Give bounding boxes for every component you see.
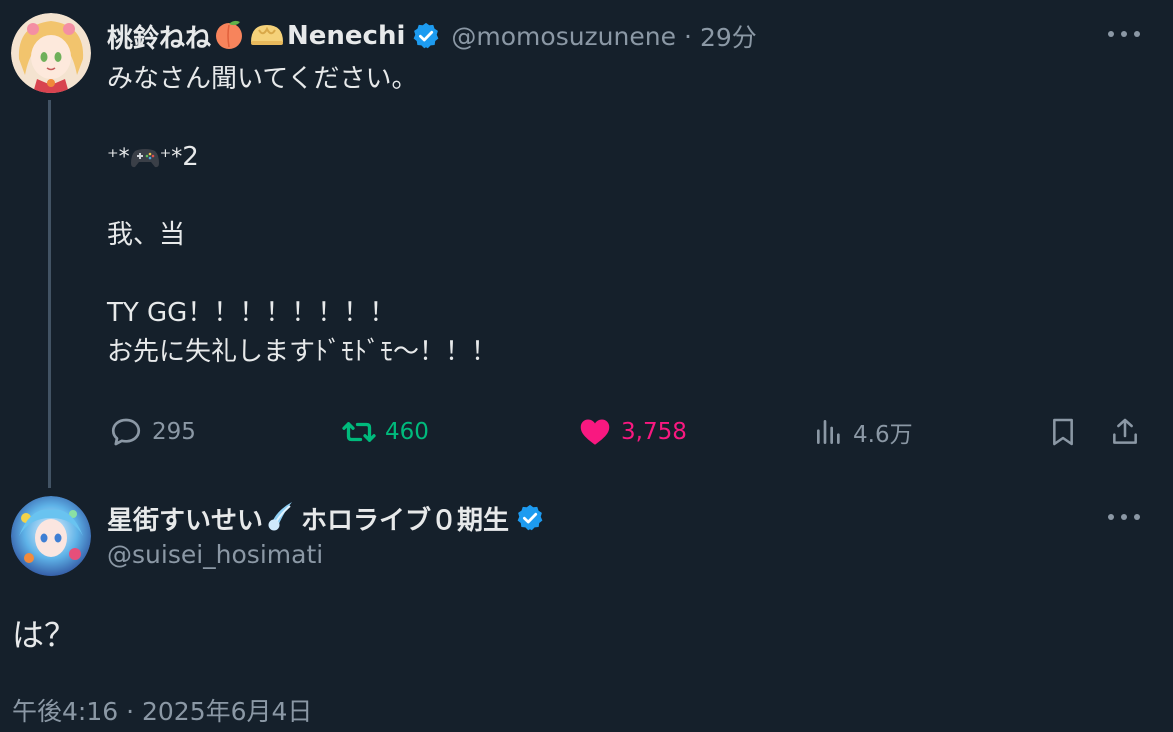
reply-button[interactable]: 295: [108, 414, 196, 450]
handle[interactable]: @momosuzunene: [451, 22, 676, 51]
share-button[interactable]: [1109, 414, 1141, 450]
more-options-icon[interactable]: [1108, 512, 1140, 522]
reply-count: 295: [152, 419, 196, 445]
handle[interactable]: @suisei_hosimati: [107, 540, 323, 569]
avatar-nene[interactable]: [11, 13, 91, 93]
tweet2-body: は？: [12, 616, 77, 654]
verified-badge-icon[interactable]: [515, 503, 545, 533]
share-icon: [1113, 418, 1137, 444]
body-line: お先に失礼しますﾄﾞﾓﾄﾞﾓ～！！！: [107, 337, 498, 367]
tweet2-header: 星街すいせい ホロライブ０期生: [107, 498, 545, 538]
like-button[interactable]: 3,758: [577, 414, 687, 450]
tweet1-body: みなさん聞いてください。 ⁺* ⁺* 2 我、当 TY GG！！！！！！！！ お先…: [107, 60, 497, 372]
body-line: TY GG！！！！！！！！: [107, 298, 396, 328]
verified-badge-icon[interactable]: [411, 21, 441, 51]
tweet1-header: 桃鈴ねね Nenechi @momosuzunene · 29分: [107, 16, 757, 56]
views-count: 4.6万: [853, 422, 913, 448]
tweet1-action-bar: 295 460 3,758 4.6万: [0, 411, 1173, 455]
heart-icon: [580, 419, 610, 445]
reply-icon: [111, 418, 141, 446]
comet-emoji: [264, 498, 300, 538]
views-button[interactable]: 4.6万: [813, 414, 913, 450]
body-line-blank: [107, 255, 497, 294]
peach-emoji: [212, 17, 246, 55]
avatar-suisei[interactable]: [11, 496, 91, 576]
display-name[interactable]: 桃鈴ねね: [107, 18, 211, 55]
body-line-blank: [107, 99, 497, 138]
more-options-icon[interactable]: [1108, 29, 1140, 39]
retweet-button[interactable]: 460: [341, 414, 429, 450]
body-line-blank: [107, 177, 497, 216]
body-line: みなさん聞いてください。: [107, 64, 418, 94]
analytics-icon: [817, 420, 840, 444]
meta-separator: ·: [683, 21, 692, 51]
body-line-emoji: ⁺* ⁺* 2: [107, 142, 199, 172]
retweet-icon: [342, 422, 376, 442]
display-name-suffix[interactable]: ホロライブ０期生: [301, 500, 509, 537]
like-count: 3,758: [621, 419, 687, 445]
display-name[interactable]: 星街すいせい: [107, 500, 263, 537]
tweet-time[interactable]: 29分: [700, 18, 757, 54]
display-name-suffix[interactable]: Nenechi: [287, 21, 405, 51]
tweet-timestamp[interactable]: 午後4:16 · 2025年6月4日: [12, 692, 312, 728]
bun-emoji: [248, 17, 286, 55]
game-controller-icon: [130, 147, 160, 169]
bookmark-icon: [1053, 418, 1073, 446]
retweet-count: 460: [385, 419, 429, 445]
bookmark-button[interactable]: [1047, 414, 1079, 450]
body-line: 我、当: [107, 220, 186, 250]
